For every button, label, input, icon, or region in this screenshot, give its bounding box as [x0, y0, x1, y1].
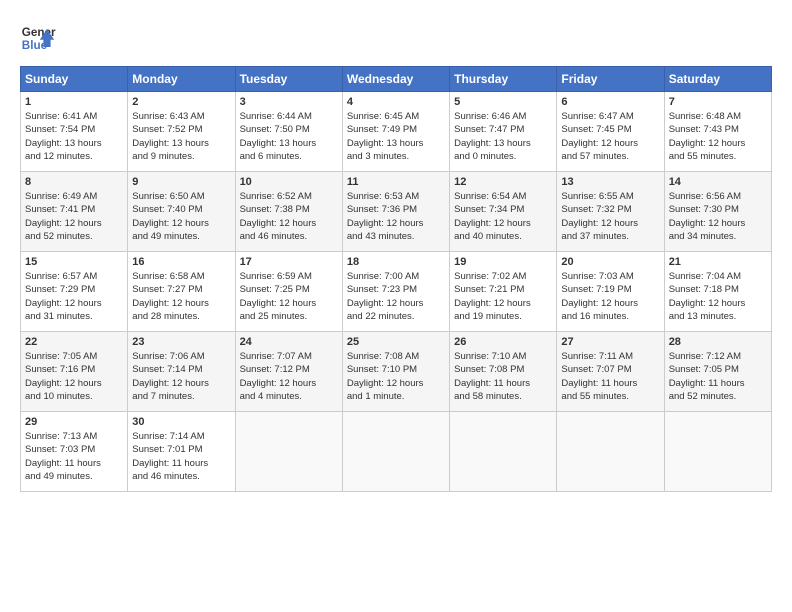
calendar-day-5: 5Sunrise: 6:46 AMSunset: 7:47 PMDaylight…: [450, 92, 557, 172]
page-header: General Blue: [20, 20, 772, 56]
day-header-sunday: Sunday: [21, 67, 128, 92]
calendar-day-16: 16Sunrise: 6:58 AMSunset: 7:27 PMDayligh…: [128, 252, 235, 332]
calendar-day-15: 15Sunrise: 6:57 AMSunset: 7:29 PMDayligh…: [21, 252, 128, 332]
calendar-day-26: 26Sunrise: 7:10 AMSunset: 7:08 PMDayligh…: [450, 332, 557, 412]
calendar-day-25: 25Sunrise: 7:08 AMSunset: 7:10 PMDayligh…: [342, 332, 449, 412]
calendar-day-7: 7Sunrise: 6:48 AMSunset: 7:43 PMDaylight…: [664, 92, 771, 172]
calendar-day-27: 27Sunrise: 7:11 AMSunset: 7:07 PMDayligh…: [557, 332, 664, 412]
calendar-day-23: 23Sunrise: 7:06 AMSunset: 7:14 PMDayligh…: [128, 332, 235, 412]
logo-icon: General Blue: [20, 20, 56, 56]
calendar-day-17: 17Sunrise: 6:59 AMSunset: 7:25 PMDayligh…: [235, 252, 342, 332]
calendar-day-21: 21Sunrise: 7:04 AMSunset: 7:18 PMDayligh…: [664, 252, 771, 332]
calendar-day-6: 6Sunrise: 6:47 AMSunset: 7:45 PMDaylight…: [557, 92, 664, 172]
calendar-day-12: 12Sunrise: 6:54 AMSunset: 7:34 PMDayligh…: [450, 172, 557, 252]
day-header-friday: Friday: [557, 67, 664, 92]
calendar-day-30: 30Sunrise: 7:14 AMSunset: 7:01 PMDayligh…: [128, 412, 235, 492]
calendar-week-3: 15Sunrise: 6:57 AMSunset: 7:29 PMDayligh…: [21, 252, 772, 332]
day-header-tuesday: Tuesday: [235, 67, 342, 92]
calendar-day-10: 10Sunrise: 6:52 AMSunset: 7:38 PMDayligh…: [235, 172, 342, 252]
calendar-day-14: 14Sunrise: 6:56 AMSunset: 7:30 PMDayligh…: [664, 172, 771, 252]
calendar-day-28: 28Sunrise: 7:12 AMSunset: 7:05 PMDayligh…: [664, 332, 771, 412]
calendar-day-3: 3Sunrise: 6:44 AMSunset: 7:50 PMDaylight…: [235, 92, 342, 172]
calendar-day-13: 13Sunrise: 6:55 AMSunset: 7:32 PMDayligh…: [557, 172, 664, 252]
calendar-empty-cell: [450, 412, 557, 492]
calendar-day-18: 18Sunrise: 7:00 AMSunset: 7:23 PMDayligh…: [342, 252, 449, 332]
calendar-day-4: 4Sunrise: 6:45 AMSunset: 7:49 PMDaylight…: [342, 92, 449, 172]
calendar-day-8: 8Sunrise: 6:49 AMSunset: 7:41 PMDaylight…: [21, 172, 128, 252]
calendar-empty-cell: [235, 412, 342, 492]
calendar-empty-cell: [557, 412, 664, 492]
calendar-empty-cell: [664, 412, 771, 492]
calendar-week-2: 8Sunrise: 6:49 AMSunset: 7:41 PMDaylight…: [21, 172, 772, 252]
calendar-header-row: SundayMondayTuesdayWednesdayThursdayFrid…: [21, 67, 772, 92]
calendar-empty-cell: [342, 412, 449, 492]
calendar-day-19: 19Sunrise: 7:02 AMSunset: 7:21 PMDayligh…: [450, 252, 557, 332]
calendar-week-4: 22Sunrise: 7:05 AMSunset: 7:16 PMDayligh…: [21, 332, 772, 412]
calendar-day-20: 20Sunrise: 7:03 AMSunset: 7:19 PMDayligh…: [557, 252, 664, 332]
day-header-monday: Monday: [128, 67, 235, 92]
calendar-day-22: 22Sunrise: 7:05 AMSunset: 7:16 PMDayligh…: [21, 332, 128, 412]
calendar-day-11: 11Sunrise: 6:53 AMSunset: 7:36 PMDayligh…: [342, 172, 449, 252]
calendar-day-29: 29Sunrise: 7:13 AMSunset: 7:03 PMDayligh…: [21, 412, 128, 492]
day-header-thursday: Thursday: [450, 67, 557, 92]
calendar-day-1: 1Sunrise: 6:41 AMSunset: 7:54 PMDaylight…: [21, 92, 128, 172]
calendar-day-9: 9Sunrise: 6:50 AMSunset: 7:40 PMDaylight…: [128, 172, 235, 252]
day-header-saturday: Saturday: [664, 67, 771, 92]
day-header-wednesday: Wednesday: [342, 67, 449, 92]
calendar-day-2: 2Sunrise: 6:43 AMSunset: 7:52 PMDaylight…: [128, 92, 235, 172]
calendar-week-1: 1Sunrise: 6:41 AMSunset: 7:54 PMDaylight…: [21, 92, 772, 172]
calendar-body: 1Sunrise: 6:41 AMSunset: 7:54 PMDaylight…: [21, 92, 772, 492]
calendar-table: SundayMondayTuesdayWednesdayThursdayFrid…: [20, 66, 772, 492]
calendar-week-5: 29Sunrise: 7:13 AMSunset: 7:03 PMDayligh…: [21, 412, 772, 492]
calendar-day-24: 24Sunrise: 7:07 AMSunset: 7:12 PMDayligh…: [235, 332, 342, 412]
logo: General Blue: [20, 20, 56, 56]
